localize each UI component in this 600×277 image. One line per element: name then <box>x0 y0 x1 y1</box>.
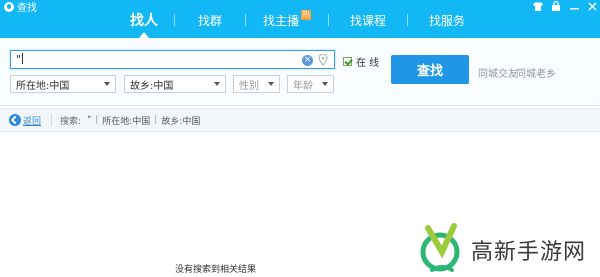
location-pin-icon[interactable] <box>318 53 328 66</box>
tab-find-services[interactable]: 找服务 <box>408 8 486 32</box>
qq-logo-icon <box>4 1 14 12</box>
result-header-bar: 返回 搜索: " | 所在地:中国 | 故乡:中国 <box>0 108 600 132</box>
lock-icon[interactable] <box>550 0 562 12</box>
city-friends-link[interactable]: 同城交友 <box>478 65 518 80</box>
age-select[interactable]: 年龄 <box>287 75 334 93</box>
main-tabs: 找人 找群 找主播 热 找课程 找服务 <box>114 8 486 38</box>
townsmen-link[interactable]: 同城老乡 <box>516 65 556 80</box>
chevron-down-icon <box>268 82 274 86</box>
gender-select-placeholder: 性别 <box>239 80 259 92</box>
crumb-location: 所在地:中国 <box>102 116 151 127</box>
clear-icon[interactable]: × <box>302 55 313 66</box>
chevron-down-icon <box>104 82 110 86</box>
location-select-value: 所在地:中国 <box>16 80 70 92</box>
tab-find-people-label: 找人 <box>130 13 158 29</box>
watermark-text: 高新手游网 <box>471 240 587 265</box>
shirt-icon[interactable] <box>532 0 544 12</box>
search-prefix-label: 搜索: <box>60 116 82 127</box>
close-icon[interactable] <box>586 0 598 12</box>
tab-find-people[interactable]: 找人 <box>114 8 174 38</box>
search-input[interactable]: " × <box>10 50 335 69</box>
age-select-placeholder: 年龄 <box>293 80 313 92</box>
search-input-value: " <box>16 53 24 66</box>
tab-find-courses[interactable]: 找课程 <box>329 8 407 32</box>
hometown-select-value: 故乡:中国 <box>130 80 174 92</box>
checkbox-checked-icon[interactable] <box>343 57 352 66</box>
watermark-logo-icon <box>420 223 460 272</box>
crumb-keyword: " <box>87 115 92 125</box>
gender-select[interactable]: 性别 <box>233 75 280 93</box>
window-controls <box>532 0 598 12</box>
find-button[interactable]: 查找 <box>391 55 469 84</box>
search-panel: " × 在 线 所在地:中国 故乡:中国 性别 年龄 查找 同城交友 同城老乡 <box>0 38 600 106</box>
chevron-down-icon <box>214 82 220 86</box>
chevron-down-icon <box>322 82 328 86</box>
empty-result-message: 没有搜索到相关结果 <box>175 265 257 275</box>
tab-find-groups[interactable]: 找群 <box>175 8 245 32</box>
minimize-icon[interactable] <box>568 0 580 12</box>
hot-badge: 热 <box>301 10 311 20</box>
online-checkbox[interactable]: 在 线 <box>343 54 379 69</box>
back-link[interactable]: 返回 <box>23 114 41 127</box>
tab-find-courses-label: 找课程 <box>349 13 386 28</box>
text-caret <box>22 53 24 64</box>
tab-find-groups-label: 找群 <box>197 13 222 28</box>
hometown-select[interactable]: 故乡:中国 <box>124 75 226 93</box>
tab-find-services-label: 找服务 <box>428 13 465 28</box>
online-label: 在 线 <box>356 58 380 69</box>
window-title: 查找 <box>4 0 37 14</box>
divider <box>51 114 53 126</box>
tab-find-streamers[interactable]: 找主播 热 <box>246 8 328 32</box>
crumb-divider: | <box>95 115 99 125</box>
crumb-divider: | <box>154 115 158 125</box>
tab-find-streamers-label: 找主播 <box>262 13 299 28</box>
location-select[interactable]: 所在地:中国 <box>10 75 116 93</box>
window-title-text: 查找 <box>17 3 37 14</box>
back-arrow-icon[interactable] <box>9 114 21 126</box>
title-nav-bar: 查找 找人 找群 找主播 热 找课程 找服务 <box>0 0 600 38</box>
crumb-hometown: 故乡:中国 <box>161 116 201 127</box>
